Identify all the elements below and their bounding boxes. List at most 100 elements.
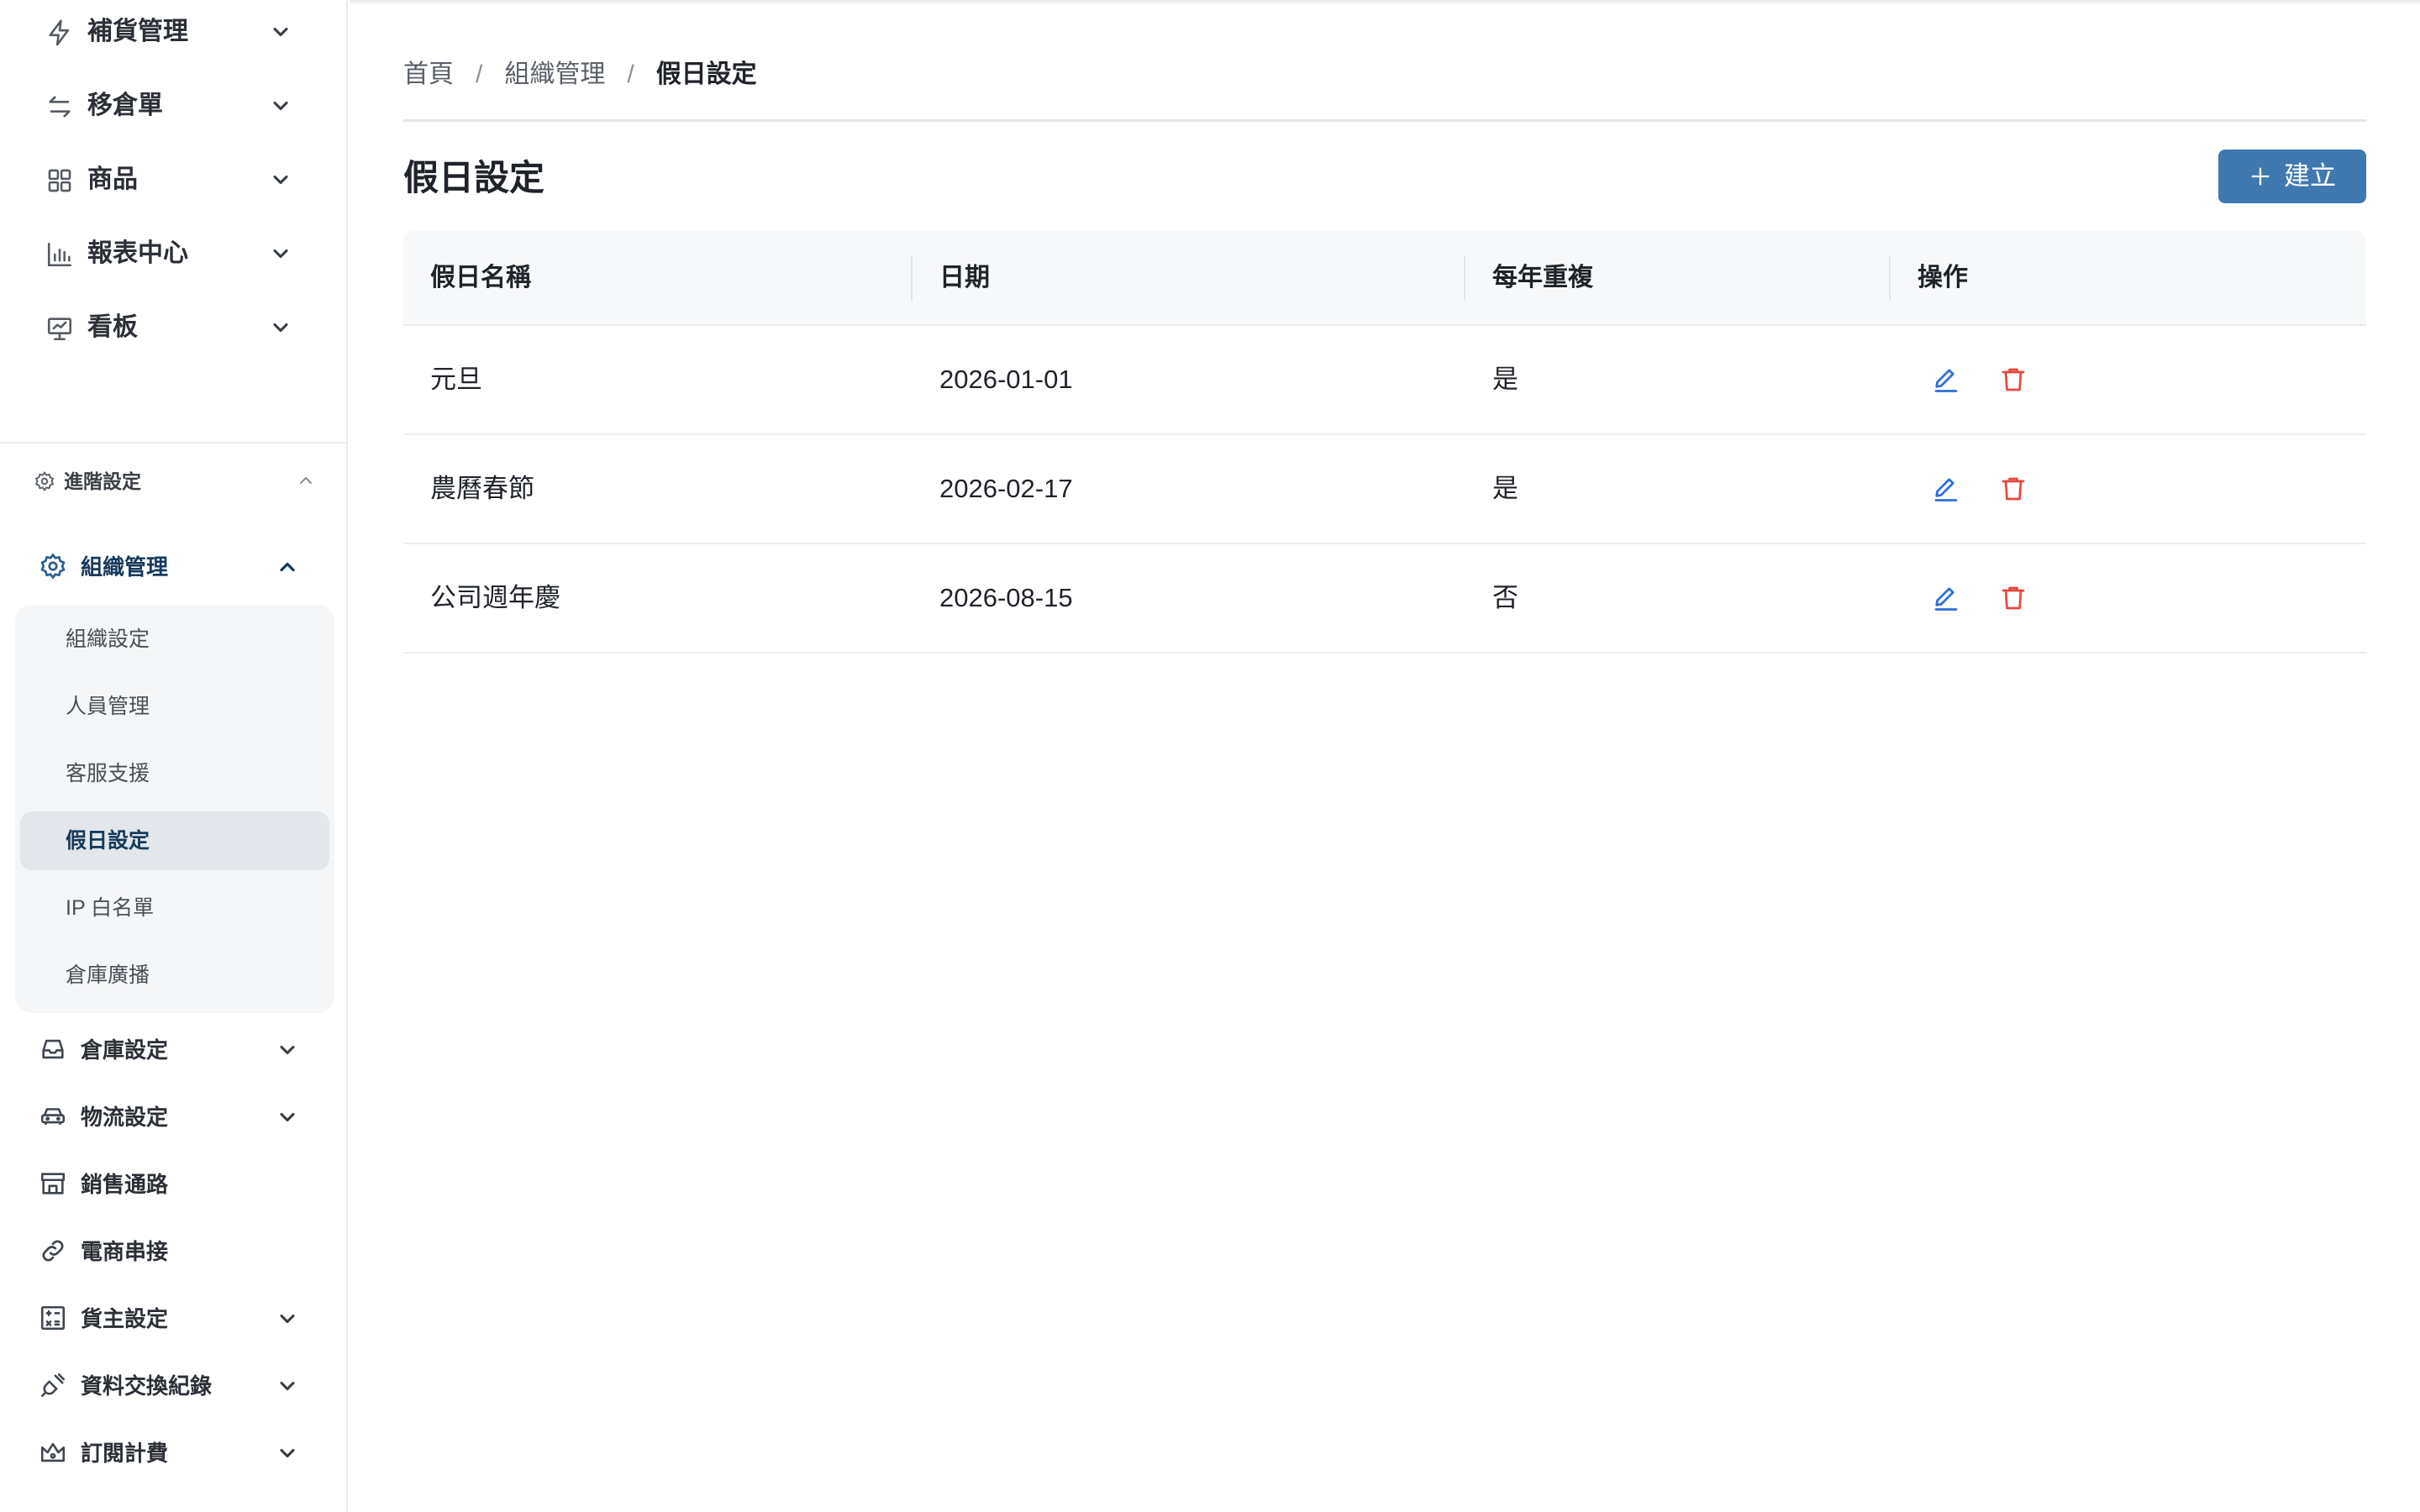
crown-icon [39, 1438, 67, 1467]
submenu-item-label: 倉庫廣播 [66, 963, 150, 987]
chevron-up-icon [276, 555, 299, 579]
table-row: 公司週年慶 2026-08-15 否 [403, 544, 2366, 654]
sidebar-item-data-exchange[interactable]: 資料交換紀錄 [0, 1357, 348, 1415]
chevron-up-icon [296, 470, 316, 491]
sidebar-item-owner-settings[interactable]: 貨主設定 [0, 1290, 348, 1347]
column-separator [1464, 255, 1465, 301]
sidebar: 補貨管理 移倉單 商品 報表中心 看板 進階設定 組織管理 組織設定 人員管理 … [0, 0, 348, 1512]
cell-repeat: 是 [1492, 474, 1518, 503]
breadcrumb-home[interactable]: 首頁 [403, 55, 454, 94]
edit-icon[interactable] [1931, 474, 1961, 504]
presentation-icon [45, 314, 74, 343]
org-submenu: 組織設定 人員管理 客服支援 假日設定 IP 白名單 倉庫廣播 [15, 605, 334, 1013]
sidebar-item-label: 報表中心 [87, 239, 188, 267]
cell-date: 2026-01-01 [939, 365, 1073, 394]
chevron-down-icon [276, 1307, 299, 1331]
sidebar-item-label: 電商串接 [81, 1239, 169, 1264]
sidebar-item-label: 貨主設定 [81, 1306, 169, 1331]
submenu-item-ip-whitelist[interactable]: IP 白名單 [20, 879, 329, 937]
sidebar-item-sales-channels[interactable]: 銷售通路 [0, 1156, 348, 1213]
topbar-shadow [350, 0, 2420, 5]
sidebar-item-label: 商品 [87, 165, 138, 193]
chevron-down-icon [269, 316, 292, 339]
grid-icon [45, 166, 74, 195]
sidebar-item-logistics[interactable]: 物流設定 [0, 1089, 348, 1146]
sidebar-item-label: 組織管理 [81, 554, 169, 580]
column-header-actions: 操作 [1918, 264, 1968, 291]
trash-icon[interactable] [1998, 365, 2028, 395]
gear-icon [39, 552, 67, 580]
submenu-item-label: IP 白名單 [66, 896, 155, 920]
create-button-label: 建立 [2284, 161, 2336, 191]
sidebar-section-label: 進階設定 [64, 470, 141, 492]
sidebar-item-subscription[interactable]: 訂閱計費 [0, 1425, 348, 1482]
submenu-item-staff[interactable]: 人員管理 [20, 677, 329, 736]
breadcrumb-separator: / [476, 60, 483, 88]
sidebar-item-label: 訂閱計費 [81, 1441, 169, 1466]
cell-date: 2026-02-17 [939, 474, 1073, 503]
cell-date: 2026-08-15 [939, 583, 1073, 612]
sidebar-item-label: 銷售通路 [81, 1172, 169, 1197]
sidebar-item-label: 物流設定 [81, 1105, 169, 1130]
submenu-item-label: 假日設定 [66, 829, 150, 853]
plus-icon [2249, 165, 2272, 188]
edit-icon[interactable] [1931, 365, 1961, 395]
sidebar-item-restock[interactable]: 補貨管理 [0, 0, 348, 74]
create-button[interactable]: 建立 [2218, 150, 2366, 203]
page-title: 假日設定 [403, 158, 545, 197]
chevron-down-icon [269, 168, 292, 192]
header-divider [403, 119, 2366, 122]
sidebar-item-org-management[interactable]: 組織管理 [0, 538, 348, 596]
sidebar-item-label: 移倉單 [87, 92, 163, 119]
bolt-icon [45, 18, 74, 47]
submenu-item-holidays[interactable]: 假日設定 [20, 811, 329, 870]
submenu-item-broadcast[interactable]: 倉庫廣播 [20, 946, 329, 1005]
chevron-down-icon [269, 20, 292, 44]
table-row: 農曆春節 2026-02-17 是 [403, 435, 2366, 544]
cell-holiday-name: 農曆春節 [430, 474, 534, 503]
sidebar-item-reports[interactable]: 報表中心 [0, 222, 348, 296]
breadcrumb-current: 假日設定 [655, 60, 757, 88]
sidebar-item-dashboard[interactable]: 看板 [0, 296, 348, 370]
column-header-repeat: 每年重複 [1492, 264, 1593, 291]
edit-icon[interactable] [1931, 583, 1961, 613]
trash-icon[interactable] [1998, 474, 2028, 504]
cell-holiday-name: 公司週年慶 [430, 583, 560, 612]
table-header: 假日名稱 日期 每年重複 操作 [403, 230, 2366, 326]
submenu-item-org-settings[interactable]: 組織設定 [20, 610, 329, 669]
store-icon [39, 1169, 67, 1198]
cell-holiday-name: 元旦 [430, 365, 482, 394]
bar-chart-icon [45, 240, 74, 269]
cell-repeat: 是 [1492, 365, 1518, 394]
chevron-down-icon [269, 94, 292, 118]
column-separator [911, 255, 913, 301]
sidebar-item-ecommerce[interactable]: 電商串接 [0, 1223, 348, 1280]
table-row: 元旦 2026-01-01 是 [403, 326, 2366, 435]
car-icon [39, 1102, 67, 1131]
submenu-item-label: 人員管理 [66, 695, 150, 718]
breadcrumb-org-management[interactable]: 組織管理 [504, 55, 605, 94]
chevron-down-icon [276, 1038, 299, 1062]
column-header-name: 假日名稱 [430, 264, 531, 291]
link-icon [39, 1236, 67, 1265]
submenu-item-label: 客服支援 [66, 762, 150, 785]
trash-icon[interactable] [1998, 583, 2028, 613]
transfer-icon [45, 92, 74, 121]
holiday-table: 假日名稱 日期 每年重複 操作 元旦 2026-01-01 是 農曆春節 202… [403, 230, 2366, 654]
chevron-down-icon [276, 1441, 299, 1465]
sidebar-item-transfer[interactable]: 移倉單 [0, 74, 348, 148]
sidebar-item-warehouse-settings[interactable]: 倉庫設定 [0, 1021, 348, 1079]
sidebar-divider [0, 442, 348, 444]
sidebar-section-advanced[interactable]: 進階設定 [0, 464, 348, 501]
chevron-down-icon [276, 1105, 299, 1129]
breadcrumb: 首頁 / 組織管理 / 假日設定 [403, 55, 757, 94]
sidebar-item-label: 看板 [87, 313, 138, 341]
chevron-down-icon [276, 1374, 299, 1398]
calculator-icon [39, 1304, 67, 1332]
submenu-item-support[interactable]: 客服支援 [20, 744, 329, 803]
plug-icon [39, 1371, 67, 1399]
sidebar-item-label: 資料交換紀錄 [81, 1373, 213, 1399]
column-header-date: 日期 [939, 264, 990, 291]
sidebar-item-products[interactable]: 商品 [0, 148, 348, 222]
submenu-item-label: 組織設定 [66, 627, 150, 651]
